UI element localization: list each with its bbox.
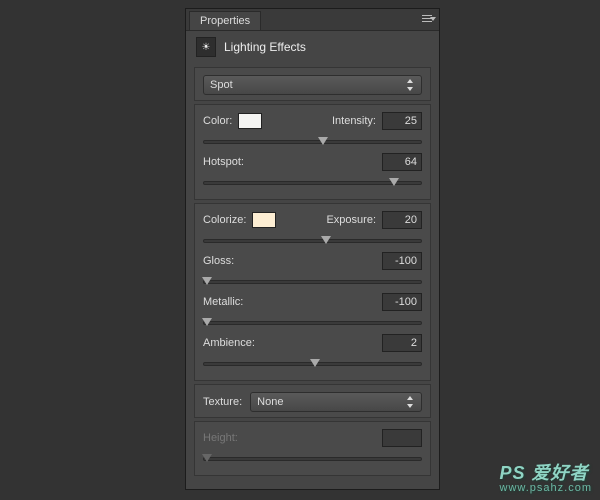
metallic-input[interactable] [382, 293, 422, 311]
gloss-slider[interactable] [203, 275, 422, 289]
ambience-input[interactable] [382, 334, 422, 352]
slider-thumb[interactable] [318, 137, 328, 145]
hotspot-slider[interactable] [203, 176, 422, 190]
slider-thumb[interactable] [389, 178, 399, 186]
light-type-value: Spot [210, 79, 233, 91]
panel-menu-icon[interactable] [419, 13, 435, 27]
slider-thumb[interactable] [310, 359, 320, 367]
color-swatch[interactable] [238, 113, 262, 129]
height-slider [203, 452, 422, 466]
light-type-block: Spot [194, 67, 431, 101]
colorize-block: Colorize: Exposure: Gloss: [194, 203, 431, 381]
exposure-slider[interactable] [203, 234, 422, 248]
light-type-dropdown[interactable]: Spot [203, 75, 422, 95]
gloss-input[interactable] [382, 252, 422, 270]
metallic-label: Metallic: [203, 296, 243, 308]
intensity-label: Intensity: [332, 115, 376, 127]
texture-label: Texture: [203, 396, 242, 408]
exposure-input[interactable] [382, 211, 422, 229]
ambience-label: Ambience: [203, 337, 255, 349]
slider-thumb[interactable] [202, 318, 212, 326]
exposure-label: Exposure: [326, 214, 376, 226]
colorize-label: Colorize: [203, 214, 246, 226]
lighting-effects-icon: ☀ [196, 37, 216, 57]
slider-track [203, 321, 422, 325]
panel-title: Lighting Effects [224, 40, 306, 54]
dropdown-arrows-icon [405, 395, 415, 409]
texture-value: None [257, 396, 283, 408]
intensity-slider[interactable] [203, 135, 422, 149]
texture-dropdown[interactable]: None [250, 392, 422, 412]
panel-header: ☀ Lighting Effects [186, 31, 439, 63]
height-label: Height: [203, 432, 238, 444]
ambience-slider[interactable] [203, 357, 422, 371]
slider-thumb[interactable] [202, 277, 212, 285]
slider-track [203, 239, 422, 243]
panel-tabbar: Properties [186, 9, 439, 31]
colorize-swatch[interactable] [252, 212, 276, 228]
slider-track [203, 140, 422, 144]
tab-properties[interactable]: Properties [189, 11, 261, 30]
color-label: Color: [203, 115, 232, 127]
watermark: PS 爱好者 www.psahz.com [500, 459, 592, 494]
slider-track [203, 457, 422, 461]
intensity-input[interactable] [382, 112, 422, 130]
panel-content: Spot Color: Intensity: Hotspot: [186, 63, 439, 489]
height-input [382, 429, 422, 447]
slider-thumb[interactable] [321, 236, 331, 244]
hotspot-input[interactable] [382, 153, 422, 171]
gloss-label: Gloss: [203, 255, 234, 267]
hotspot-label: Hotspot: [203, 156, 244, 168]
properties-panel: Properties ☀ Lighting Effects Spot Color… [185, 8, 440, 490]
slider-track [203, 280, 422, 284]
watermark-sub: www.psahz.com [500, 482, 592, 494]
watermark-main: PS 爱好者 [500, 463, 589, 483]
texture-block: Texture: None [194, 384, 431, 418]
metallic-slider[interactable] [203, 316, 422, 330]
slider-thumb [202, 454, 212, 462]
color-intensity-block: Color: Intensity: Hotspot: [194, 104, 431, 200]
height-block: Height: [194, 421, 431, 476]
dropdown-arrows-icon [405, 78, 415, 92]
